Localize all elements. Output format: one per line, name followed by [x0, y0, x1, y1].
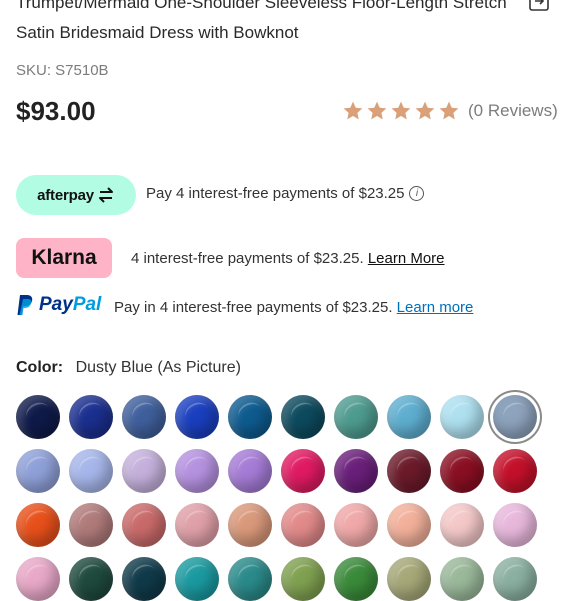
color-swatch[interactable] [228, 557, 272, 601]
sku-text: SKU: S7510B [16, 62, 109, 79]
color-swatch[interactable] [69, 557, 113, 601]
afterpay-text: Pay 4 interest-free payments of $23.25 [146, 185, 405, 202]
color-swatch[interactable] [493, 449, 537, 493]
star-icon [415, 101, 435, 120]
color-swatch[interactable] [440, 557, 484, 601]
color-swatch[interactable] [493, 557, 537, 601]
klarna-logo-text: Klarna [31, 246, 97, 269]
afterpay-description: Pay 4 interest-free payments of $23.25 i [146, 185, 425, 202]
rating[interactable]: (0 Reviews) [342, 100, 558, 122]
color-value: Dusty Blue (As Picture) [75, 359, 241, 376]
color-swatch[interactable] [281, 503, 325, 547]
color-swatch[interactable] [69, 449, 113, 493]
info-icon[interactable]: i [409, 186, 425, 201]
price: $93.00 [16, 96, 96, 126]
afterpay-logo: afterpay [16, 175, 136, 215]
afterpay-logo-text: afterpay [37, 186, 94, 204]
paypal-logo: PayPal [16, 294, 101, 316]
paypal-text: Pay in 4 interest-free payments of $23.2… [114, 299, 393, 316]
paypal-wordmark: PayPal [39, 294, 101, 316]
color-swatch[interactable] [228, 449, 272, 493]
color-swatch[interactable] [122, 395, 166, 439]
color-swatch[interactable] [16, 395, 60, 439]
color-swatch[interactable] [493, 503, 537, 547]
paypal-wordmark-pal: Pal [72, 294, 102, 315]
color-swatch-grid [16, 395, 537, 601]
color-swatch[interactable] [16, 557, 60, 601]
klarna-learn-more-link[interactable]: Learn More [368, 250, 445, 267]
color-swatch[interactable] [122, 503, 166, 547]
star-icon [391, 101, 411, 120]
color-swatch[interactable] [228, 503, 272, 547]
color-swatch[interactable] [334, 503, 378, 547]
color-swatch[interactable] [387, 395, 431, 439]
paypal-p-icon [17, 295, 33, 315]
color-swatch[interactable] [175, 503, 219, 547]
color-swatch[interactable] [175, 395, 219, 439]
star-icon [343, 101, 363, 120]
color-swatch[interactable] [281, 395, 325, 439]
star-icon [367, 101, 387, 120]
product-title: Trumpet/Mermaid One-Shoulder Sleeveless … [16, 0, 507, 42]
color-selection: Color: Dusty Blue (As Picture) [16, 359, 241, 377]
share-icon[interactable] [528, 0, 550, 12]
star-icon [439, 101, 459, 120]
klarna-text: 4 interest-free payments of $23.25. [131, 250, 364, 267]
color-swatch[interactable] [175, 449, 219, 493]
color-swatch[interactable] [387, 503, 431, 547]
color-swatch[interactable] [334, 395, 378, 439]
rating-stars [342, 100, 462, 122]
color-swatch[interactable] [69, 503, 113, 547]
color-label: Color: [16, 359, 64, 376]
color-swatch[interactable] [175, 557, 219, 601]
color-swatch[interactable] [334, 557, 378, 601]
color-swatch[interactable] [440, 395, 484, 439]
color-swatch[interactable] [16, 503, 60, 547]
color-swatch[interactable] [493, 395, 537, 439]
color-swatch[interactable] [69, 395, 113, 439]
color-swatch[interactable] [281, 557, 325, 601]
paypal-learn-more-link[interactable]: Learn more [397, 299, 474, 316]
color-swatch[interactable] [440, 449, 484, 493]
color-swatch[interactable] [387, 449, 431, 493]
color-swatch[interactable] [440, 503, 484, 547]
paypal-description: Pay in 4 interest-free payments of $23.2… [114, 299, 473, 316]
color-swatch[interactable] [334, 449, 378, 493]
afterpay-arrows-icon [98, 187, 113, 203]
color-swatch[interactable] [16, 449, 60, 493]
color-swatch[interactable] [228, 395, 272, 439]
color-swatch[interactable] [387, 557, 431, 601]
klarna-description: 4 interest-free payments of $23.25. Lear… [131, 250, 445, 267]
paypal-wordmark-pay: Pay [39, 294, 73, 315]
color-swatch[interactable] [281, 449, 325, 493]
klarna-logo: Klarna [16, 238, 112, 278]
color-swatch[interactable] [122, 449, 166, 493]
reviews-count[interactable]: (0 Reviews) [468, 101, 558, 121]
color-swatch[interactable] [122, 557, 166, 601]
